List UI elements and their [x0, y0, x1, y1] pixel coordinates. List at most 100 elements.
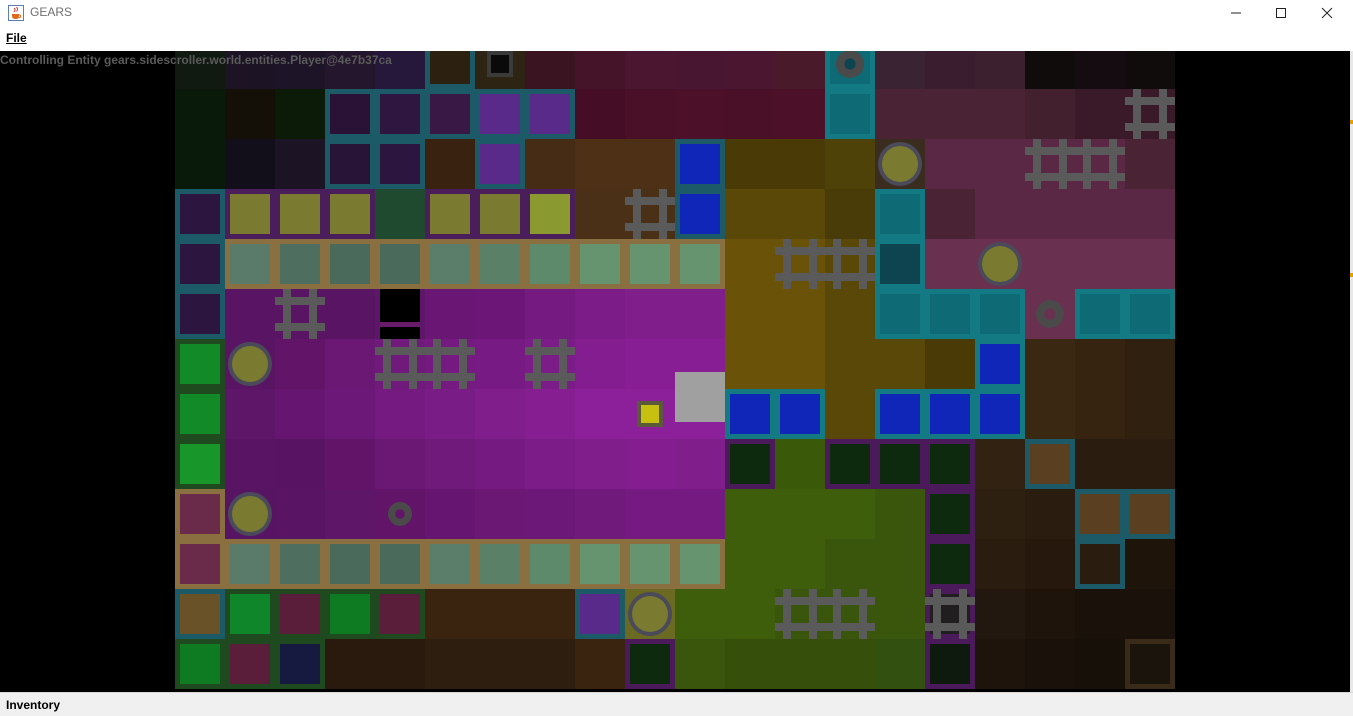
tile — [525, 51, 575, 89]
tile — [725, 139, 775, 189]
tile — [925, 489, 975, 539]
tile — [425, 139, 475, 189]
tile — [1125, 239, 1175, 289]
tile — [180, 344, 220, 384]
tile — [475, 589, 525, 639]
minimize-button[interactable] — [1213, 0, 1259, 26]
tile — [725, 589, 775, 639]
tile — [1075, 539, 1125, 589]
tile — [680, 194, 720, 234]
tile — [1025, 589, 1075, 639]
tile — [475, 289, 525, 339]
gear-grid — [1025, 173, 1075, 181]
gear-grid — [1125, 123, 1175, 131]
tile — [625, 89, 675, 139]
tile — [225, 439, 275, 489]
gear-grid — [1159, 89, 1167, 139]
tile — [825, 189, 875, 239]
tile — [975, 639, 1025, 689]
inventory-label[interactable]: Inventory — [6, 698, 60, 712]
tile — [475, 639, 525, 689]
tile — [175, 239, 225, 289]
gear-grid — [1133, 89, 1141, 139]
tile — [480, 244, 520, 284]
tile — [880, 294, 920, 334]
tile — [930, 294, 970, 334]
status-text: Controlling Entity gears.sidescroller.wo… — [0, 53, 392, 67]
game-viewport[interactable]: Controlling Entity gears.sidescroller.wo… — [0, 51, 1350, 692]
tile — [830, 94, 870, 134]
tile — [1025, 189, 1075, 239]
tile — [225, 89, 275, 139]
tile — [575, 439, 625, 489]
tile — [475, 389, 525, 439]
gear-grid — [859, 589, 867, 639]
gear-grid — [825, 247, 875, 255]
menu-bar: File — [0, 28, 1353, 50]
tile — [725, 289, 775, 339]
tile — [875, 89, 925, 139]
tile — [225, 139, 275, 189]
tile — [925, 189, 975, 239]
tile — [680, 544, 720, 584]
tile — [575, 639, 625, 689]
tile — [425, 289, 475, 339]
tile — [625, 439, 675, 489]
tile — [1130, 294, 1170, 334]
tile — [1030, 444, 1070, 484]
gear-grid — [525, 373, 575, 381]
gear-grid — [1025, 147, 1075, 155]
gear-grid — [925, 597, 975, 605]
tile — [1075, 51, 1125, 89]
tile — [175, 189, 225, 239]
tile — [1080, 494, 1120, 534]
tile — [275, 89, 325, 139]
tile — [1025, 639, 1075, 689]
tile — [980, 344, 1020, 384]
tile — [575, 189, 625, 239]
tile — [975, 489, 1025, 539]
tile — [875, 539, 925, 589]
gear-coin — [232, 496, 268, 532]
tile — [625, 339, 675, 389]
tile — [925, 439, 975, 489]
close-button[interactable] — [1304, 0, 1350, 26]
tile — [975, 539, 1025, 589]
tile — [1025, 539, 1075, 589]
gear-grid — [533, 339, 541, 389]
tile — [375, 139, 425, 189]
door — [380, 322, 420, 327]
gear-grid — [1075, 173, 1125, 181]
tile — [925, 239, 975, 289]
tile — [625, 289, 675, 339]
tile — [280, 244, 320, 284]
tile — [880, 194, 920, 234]
menu-file[interactable]: File — [6, 31, 27, 45]
window-title: GEARS — [30, 5, 73, 19]
tile — [375, 639, 425, 689]
tile — [525, 639, 575, 689]
tile — [625, 189, 675, 239]
tile — [325, 89, 375, 139]
tile — [675, 489, 725, 539]
tile — [1075, 589, 1125, 639]
gear-grid — [933, 589, 941, 639]
gear-grid — [783, 239, 791, 289]
tile — [1075, 89, 1125, 139]
tile — [825, 489, 875, 539]
tile — [1125, 539, 1175, 589]
tile — [375, 439, 425, 489]
gear-grid — [425, 373, 475, 381]
gear-grid — [1125, 97, 1175, 105]
gear-grid — [959, 589, 967, 639]
tile — [280, 544, 320, 584]
tile — [825, 539, 875, 589]
tile — [780, 394, 820, 434]
tile — [330, 194, 370, 234]
minimize-icon — [1231, 12, 1241, 14]
maximize-button[interactable] — [1258, 0, 1304, 26]
tile — [230, 244, 270, 284]
tile — [875, 589, 925, 639]
gear-grid — [559, 339, 567, 389]
tile — [1075, 639, 1125, 689]
